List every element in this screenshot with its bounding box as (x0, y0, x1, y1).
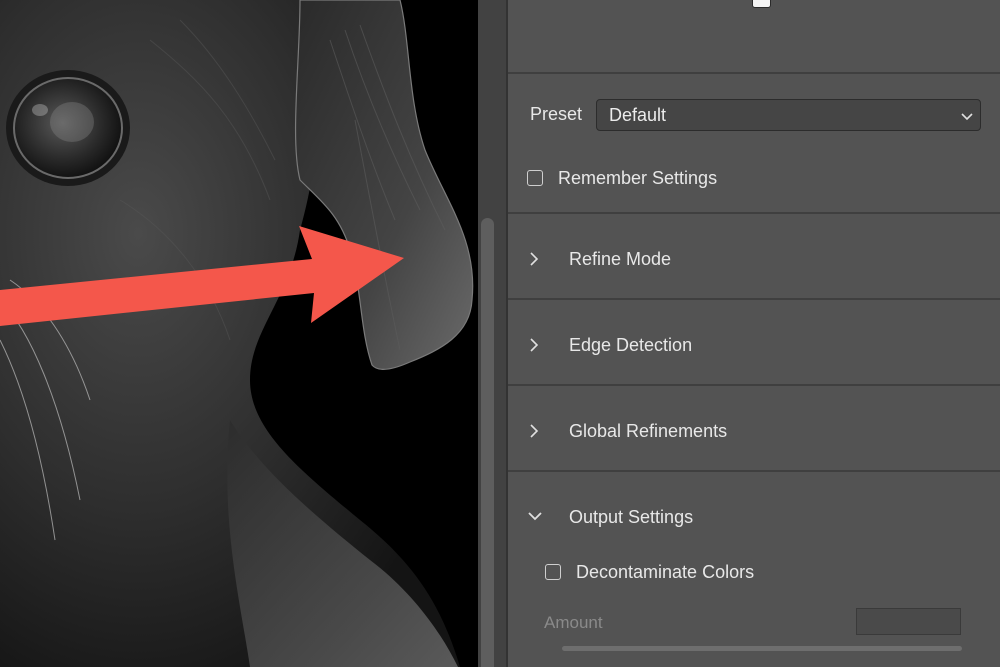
scrollbar-thumb[interactable] (481, 218, 494, 667)
decontaminate-colors-checkbox[interactable] (545, 564, 561, 580)
section-output-settings[interactable]: Output Settings (508, 474, 1000, 550)
decontaminate-colors-label: Decontaminate Colors (576, 562, 755, 582)
section-divider (508, 384, 1000, 386)
section-refine-mode[interactable]: Refine Mode (508, 216, 1000, 300)
chevron-down-icon (961, 113, 973, 121)
section-label: Global Refinements (569, 421, 728, 441)
amount-label: Amount (544, 613, 603, 632)
remember-settings-checkbox[interactable] (527, 170, 543, 186)
panel-gutter (478, 0, 508, 667)
preset-label: Preset (530, 104, 583, 124)
chevron-right-icon (530, 338, 539, 352)
section-divider (508, 72, 1000, 74)
chevron-right-icon (530, 424, 539, 438)
dog-photo (0, 0, 474, 667)
document-canvas[interactable] (0, 0, 478, 667)
section-label: Output Settings (569, 507, 694, 527)
section-label: Edge Detection (569, 335, 693, 355)
preset-value: Default (609, 105, 667, 125)
section-edge-detection[interactable]: Edge Detection (508, 302, 1000, 386)
section-label: Refine Mode (569, 249, 672, 269)
amount-input[interactable] (856, 608, 961, 635)
section-divider (508, 470, 1000, 472)
amount-slider[interactable] (562, 646, 962, 651)
preset-dropdown[interactable]: Default (596, 99, 981, 131)
chevron-right-icon (530, 252, 539, 266)
section-divider (508, 298, 1000, 300)
section-divider (508, 212, 1000, 214)
section-global-refinements[interactable]: Global Refinements (508, 388, 1000, 472)
properties-panel: Preset Default Remember Settings Refine … (508, 0, 1000, 667)
remember-settings-label: Remember Settings (558, 168, 718, 188)
chevron-down-icon (528, 512, 542, 521)
swatch-handle[interactable] (752, 0, 771, 8)
